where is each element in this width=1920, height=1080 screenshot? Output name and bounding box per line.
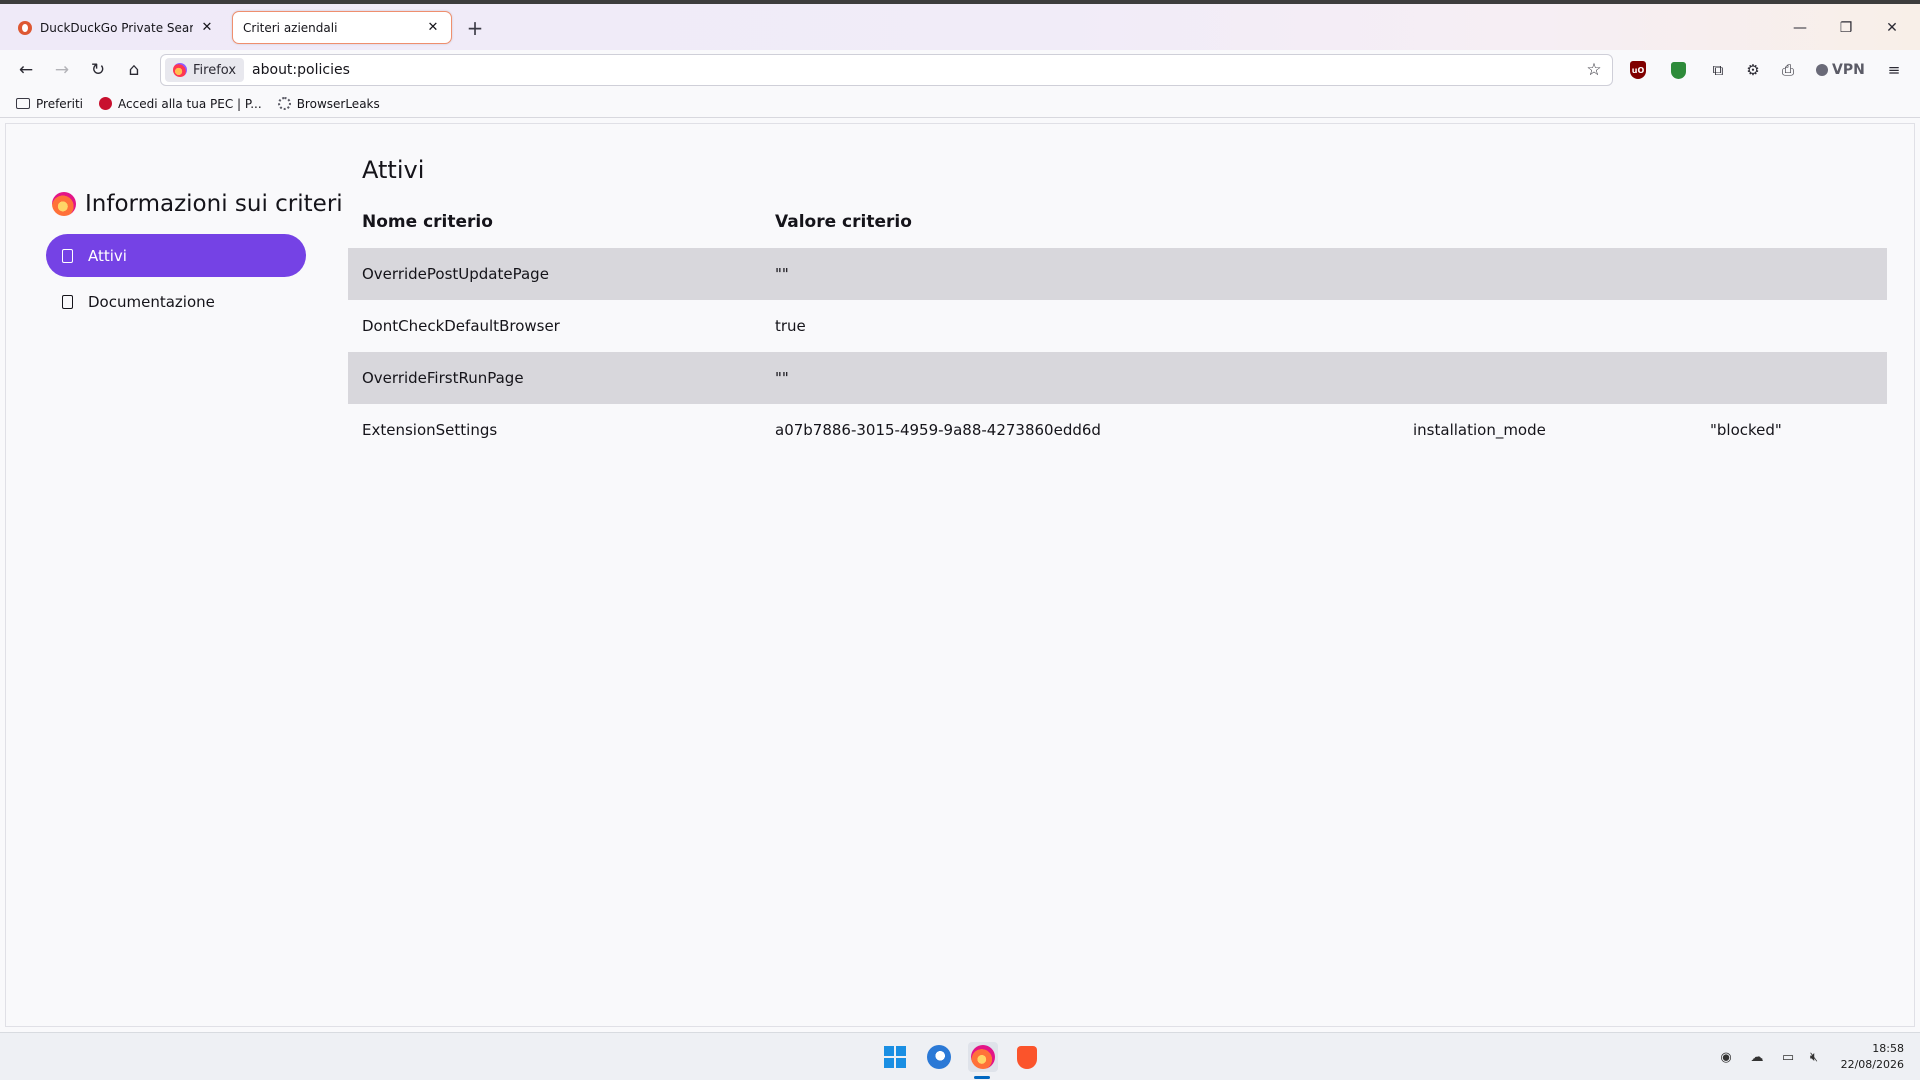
onedrive-tray-icon[interactable]: ☁ — [1747, 1047, 1767, 1067]
close-window-icon[interactable]: ✕ — [1878, 14, 1906, 42]
folder-icon — [16, 98, 30, 109]
bookmark-preferiti[interactable]: Preferiti — [16, 97, 83, 111]
close-tab-icon[interactable]: ✕ — [425, 20, 441, 36]
print-icon[interactable]: ⎙ — [1776, 58, 1800, 82]
policy-sub-value — [1696, 352, 1887, 404]
policy-name: OverrideFirstRunPage — [348, 352, 761, 404]
policy-sub-value — [1696, 248, 1887, 300]
forward-arrow-icon[interactable]: → — [48, 56, 76, 84]
identity-label: Firefox — [193, 62, 237, 78]
start-windows-icon[interactable] — [880, 1042, 910, 1072]
policy-sub-value: "blocked" — [1710, 421, 1782, 439]
page-title: Attivi — [362, 156, 425, 184]
bookmark-pec[interactable]: Accedi alla tua PEC | P... — [99, 97, 262, 111]
policy-value: "" — [761, 352, 1399, 404]
privacy-badger-icon[interactable] — [1666, 58, 1690, 82]
policy-sub-key — [1399, 352, 1696, 404]
network-tray-icon[interactable]: ▭ — [1778, 1047, 1798, 1067]
home-icon[interactable]: ⌂ — [120, 56, 148, 84]
tab-duckduckgo[interactable]: DuckDuckGo Private Search Engine ✕ — [8, 11, 225, 44]
active-policies-icon — [58, 247, 76, 265]
vpn-label: VPN — [1832, 62, 1865, 78]
thunderbird-icon[interactable] — [924, 1042, 954, 1072]
policy-name: ExtensionSettings — [362, 421, 498, 439]
hamburger-menu-icon[interactable]: ≡ — [1882, 58, 1906, 82]
policy-sub-key — [1399, 248, 1696, 300]
tab-title: Criteri aziendali — [243, 20, 338, 35]
sidebar-item-attivi[interactable]: Attivi — [46, 234, 306, 277]
new-tab-button[interactable]: + — [463, 16, 487, 40]
active-app-indicator — [974, 1076, 990, 1079]
bookmark-label: Accedi alla tua PEC | P... — [118, 96, 262, 111]
security-tray-icon[interactable]: ◉ — [1716, 1047, 1736, 1067]
policies-table: Nome criterio Valore criterio OverridePo… — [348, 196, 1887, 456]
minimize-icon[interactable]: — — [1786, 14, 1814, 42]
settings-gear-icon[interactable]: ⚙ — [1741, 58, 1765, 82]
column-header-value: Valore criterio — [775, 212, 912, 232]
windows-taskbar: ◉ ☁ ▭ 🔇︎ 18:58 22/08/2026 — [0, 1032, 1920, 1080]
firefox-taskbar-icon[interactable] — [968, 1042, 998, 1072]
column-header-empty — [1399, 196, 1696, 248]
duckduckgo-favicon-icon — [18, 20, 32, 35]
sidebar-item-documentazione[interactable]: Documentazione — [46, 280, 306, 323]
policy-value: true — [775, 317, 806, 335]
close-tab-icon[interactable]: ✕ — [199, 20, 215, 36]
tab-strip: DuckDuckGo Private Search Engine ✕ Crite… — [0, 0, 1920, 50]
column-header-name: Nome criterio — [362, 212, 493, 232]
tab-criteri-aziendali[interactable]: Criteri aziendali ✕ — [232, 11, 452, 44]
table-row: DontCheckDefaultBrowser true — [348, 300, 1887, 352]
page-content: Informazioni sui criteri Attivi Document… — [5, 123, 1915, 1027]
policy-sub-key — [1399, 300, 1696, 352]
documentation-icon — [58, 293, 76, 311]
taskbar-clock[interactable]: 18:58 22/08/2026 — [1830, 1041, 1904, 1073]
sidebar-item-label: Attivi — [88, 246, 127, 265]
restore-icon[interactable]: ❐ — [1832, 14, 1860, 42]
extensions-puzzle-icon[interactable]: ⧉ — [1706, 58, 1730, 82]
table-row: OverridePostUpdatePage "" — [348, 248, 1887, 300]
clock-time: 18:58 — [1872, 1042, 1904, 1055]
pec-favicon-icon — [99, 97, 112, 110]
policy-name: DontCheckDefaultBrowser — [362, 317, 560, 335]
url-input[interactable]: about:policies — [252, 62, 1582, 78]
table-row: OverrideFirstRunPage "" — [348, 352, 1887, 404]
policy-sub-key: installation_mode — [1413, 421, 1546, 439]
clock-date: 22/08/2026 — [1840, 1058, 1904, 1071]
identity-box[interactable]: Firefox — [165, 58, 245, 82]
firefox-logo-icon — [52, 192, 76, 216]
back-arrow-icon[interactable]: ← — [12, 56, 40, 84]
vpn-button[interactable]: VPN — [1816, 58, 1865, 82]
fingerprint-icon — [277, 97, 291, 110]
policy-value: "" — [761, 248, 1399, 300]
bookmark-label: BrowserLeaks — [296, 96, 380, 111]
sidebar-title: Informazioni sui criteri — [85, 191, 343, 217]
policy-value: a07b7886-3015-4959-9a88-4273860edd6d — [775, 421, 1101, 439]
volume-muted-icon[interactable]: 🔇︎ — [1804, 1047, 1824, 1067]
table-row: ExtensionSettings a07b7886-3015-4959-9a8… — [348, 404, 1887, 456]
column-header-empty — [1696, 196, 1887, 248]
table-header-row: Nome criterio Valore criterio — [348, 196, 1887, 248]
bookmarks-toolbar: Preferiti Accedi alla tua PEC | P... Bro… — [0, 90, 1920, 118]
firefox-icon — [173, 63, 187, 77]
bookmark-browserleaks[interactable]: BrowserLeaks — [277, 96, 380, 111]
navigation-toolbar: ← → ↻ ⌂ Firefox about:policies ☆ uO ⧉ ⚙ … — [0, 50, 1920, 90]
brave-icon[interactable] — [1012, 1042, 1042, 1072]
reload-icon[interactable]: ↻ — [84, 56, 112, 84]
sidebar-item-label: Documentazione — [88, 292, 215, 311]
sidebar-header: Informazioni sui criteri — [52, 191, 343, 217]
bookmark-star-icon[interactable]: ☆ — [1582, 58, 1606, 82]
bookmark-label: Preferiti — [36, 96, 83, 111]
policy-sub-value — [1696, 300, 1887, 352]
vpn-icon — [1816, 64, 1828, 76]
ublock-origin-icon[interactable]: uO — [1626, 58, 1650, 82]
tab-title: DuckDuckGo Private Search Engine — [40, 20, 193, 35]
policy-name: OverridePostUpdatePage — [348, 248, 761, 300]
url-bar[interactable]: Firefox about:policies ☆ — [160, 54, 1613, 86]
